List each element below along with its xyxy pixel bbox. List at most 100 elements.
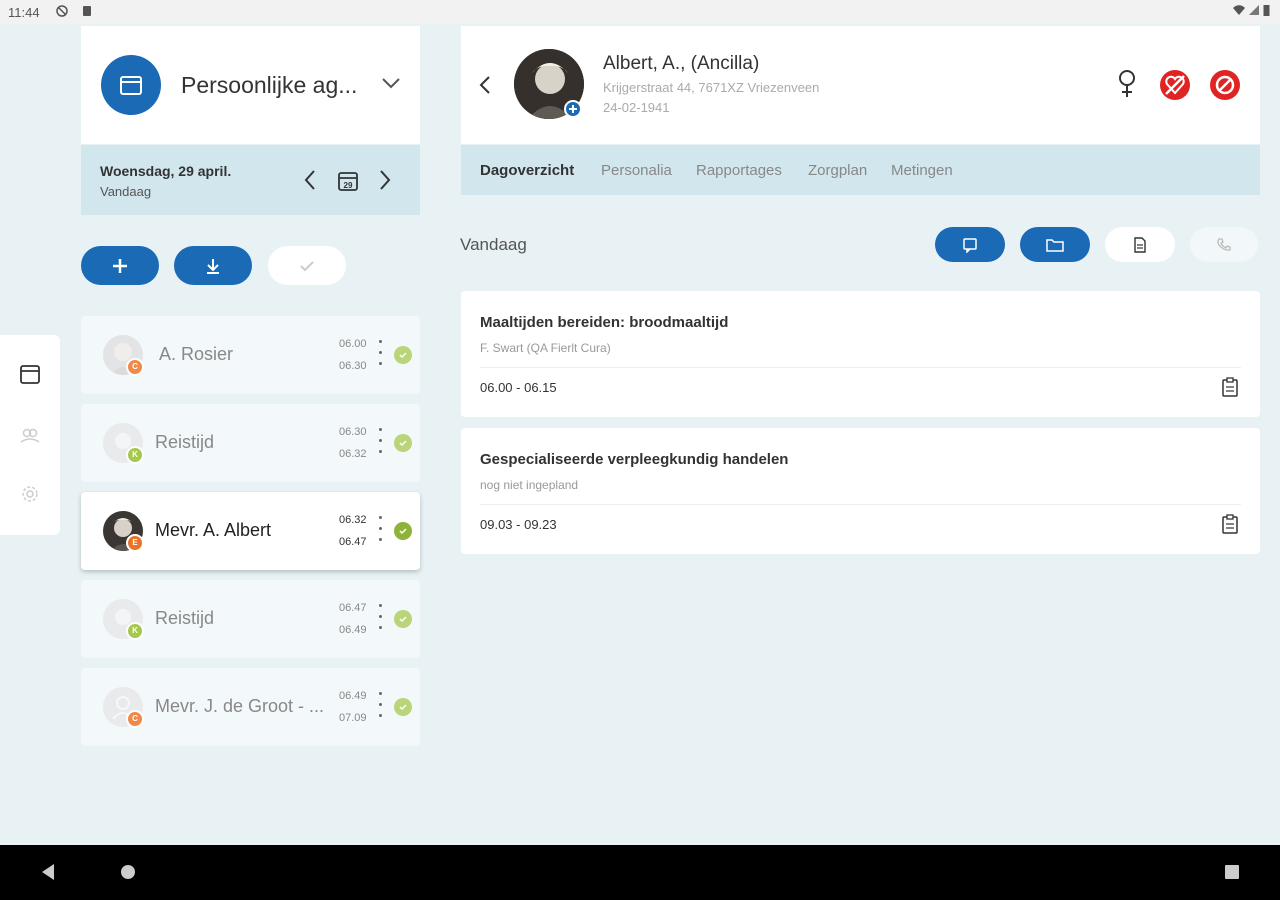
- more-options-icon[interactable]: [379, 516, 383, 546]
- prev-day-icon[interactable]: [303, 169, 317, 191]
- appointment-start: 06.32: [339, 514, 367, 526]
- status-badge: K: [126, 622, 144, 640]
- prohibited-icon[interactable]: [1209, 69, 1241, 101]
- appointment-name: A. Rosier: [159, 344, 234, 364]
- appointment-end: 06.47: [339, 536, 367, 548]
- confirm-button[interactable]: [268, 246, 346, 285]
- download-icon: [207, 258, 219, 274]
- add-photo-icon[interactable]: [564, 100, 582, 118]
- tab-rapportages[interactable]: Rapportages: [696, 162, 782, 179]
- appointment-item[interactable]: K Reistijd 06.30 06.32: [81, 404, 420, 482]
- more-options-icon[interactable]: [379, 604, 383, 634]
- divider: [480, 504, 1241, 505]
- settings-icon[interactable]: [19, 483, 41, 505]
- tab-dagoverzicht[interactable]: Dagoverzicht: [480, 162, 574, 179]
- agenda-header[interactable]: Persoonlijke ag...: [81, 26, 420, 144]
- female-icon: [1119, 70, 1135, 97]
- message-icon: [963, 237, 977, 253]
- check-icon: [300, 260, 314, 271]
- tab-metingen[interactable]: Metingen: [891, 162, 953, 179]
- status-badge: E: [126, 534, 144, 552]
- sync-off-icon: [56, 5, 68, 17]
- back-nav-icon[interactable]: [40, 863, 56, 881]
- task-time: 09.03 - 09.23: [480, 517, 557, 532]
- message-button[interactable]: [935, 227, 1005, 262]
- agenda-title: Persoonlijke ag...: [181, 72, 358, 98]
- client-name: Albert, A., (Ancilla): [603, 53, 760, 74]
- system-nav-bar: [0, 845, 1280, 900]
- appointment-end: 06.49: [339, 624, 367, 636]
- appointment-item[interactable]: C Mevr. J. de Groot - ... 06.49 07.09: [81, 668, 420, 746]
- home-nav-icon[interactable]: [120, 863, 136, 881]
- clipboard-icon[interactable]: [1221, 377, 1239, 397]
- chevron-down-icon[interactable]: [381, 76, 401, 90]
- task-subtitle: F. Swart (QA Fierlt Cura): [480, 341, 611, 355]
- task-card[interactable]: Maaltijden bereiden: broodmaaltijd F. Sw…: [461, 291, 1260, 417]
- next-day-icon[interactable]: [378, 169, 392, 191]
- dossier-button[interactable]: [1020, 227, 1090, 262]
- check-circle-icon: [394, 522, 412, 540]
- appointment-item[interactable]: C A. Rosier 06.00 06.30: [81, 316, 420, 394]
- client-address: Krijgerstraat 44, 7671XZ Vriezenveen: [603, 80, 820, 95]
- status-time: 11:44: [8, 5, 40, 20]
- calendar-picker-icon[interactable]: 29: [337, 170, 359, 192]
- signal-icon: [1249, 5, 1259, 15]
- agenda-calendar-icon: [101, 55, 161, 115]
- status-badge: K: [126, 446, 144, 464]
- appointment-end: 06.30: [339, 360, 367, 372]
- appointment-end: 06.32: [339, 448, 367, 460]
- more-options-icon[interactable]: [379, 428, 383, 458]
- back-arrow-icon[interactable]: [478, 75, 492, 95]
- appointment-name: Reistijd: [155, 608, 215, 628]
- agenda-date: Woensdag, 29 april.: [100, 163, 232, 179]
- download-button[interactable]: [174, 246, 252, 285]
- appointment-name: Reistijd: [155, 432, 215, 452]
- appointment-start: 06.00: [339, 338, 367, 350]
- check-circle-icon: [394, 698, 412, 716]
- task-card[interactable]: Gespecialiseerde verpleegkundig handelen…: [461, 428, 1260, 554]
- appointment-start: 06.30: [339, 426, 367, 438]
- appointment-item[interactable]: K Reistijd 06.47 06.49: [81, 580, 420, 658]
- battery-icon: [1263, 5, 1270, 16]
- appointment-item-selected[interactable]: E Mevr. A. Albert 06.32 06.47: [81, 492, 420, 570]
- more-options-icon[interactable]: [379, 692, 383, 722]
- appointment-name: Mevr. A. Albert: [155, 520, 272, 540]
- tab-personalia[interactable]: Personalia: [601, 162, 672, 179]
- plus-icon: [113, 258, 127, 273]
- appointment-start: 06.47: [339, 602, 367, 614]
- sim-card-icon: [83, 6, 91, 16]
- check-circle-icon: [394, 610, 412, 628]
- agenda-date-sub: Vandaag: [100, 184, 152, 199]
- clipboard-icon[interactable]: [1221, 514, 1239, 534]
- client-tabs: Dagoverzicht Personalia Rapportages Zorg…: [461, 145, 1260, 195]
- date-bar: Woensdag, 29 april. Vandaag 29: [81, 145, 420, 215]
- task-subtitle: nog niet ingepland: [480, 478, 579, 492]
- side-rail: [0, 335, 60, 535]
- document-icon: [1134, 236, 1146, 253]
- client-header: Albert, A., (Ancilla) Krijgerstraat 44, …: [461, 26, 1260, 144]
- task-title: Gespecialiseerde verpleegkundig handelen: [480, 451, 789, 468]
- phone-icon: [1217, 237, 1231, 251]
- appointment-end: 07.09: [339, 712, 367, 724]
- folder-icon: [1046, 238, 1064, 252]
- status-bar: 11:44: [0, 0, 1280, 24]
- task-title: Maaltijden bereiden: broodmaaltijd: [480, 314, 729, 331]
- task-time: 06.00 - 06.15: [480, 380, 557, 395]
- recents-nav-icon[interactable]: [1224, 863, 1240, 881]
- check-circle-icon: [394, 346, 412, 364]
- appointment-name: Mevr. J. de Groot - ...: [155, 696, 325, 716]
- divider: [480, 367, 1241, 368]
- status-badge: C: [126, 710, 144, 728]
- calendar-picker-day: 29: [344, 181, 353, 190]
- no-resuscitation-icon[interactable]: [1159, 69, 1191, 101]
- clients-icon[interactable]: [19, 424, 41, 446]
- calendar-icon[interactable]: [19, 363, 41, 385]
- appointment-start: 06.49: [339, 690, 367, 702]
- section-title: Vandaag: [460, 235, 527, 254]
- more-options-icon[interactable]: [379, 340, 383, 370]
- add-button[interactable]: [81, 246, 159, 285]
- document-button[interactable]: [1105, 227, 1175, 262]
- tab-zorgplan[interactable]: Zorgplan: [808, 162, 867, 179]
- call-button[interactable]: [1190, 227, 1258, 262]
- wifi-icon: [1233, 5, 1245, 16]
